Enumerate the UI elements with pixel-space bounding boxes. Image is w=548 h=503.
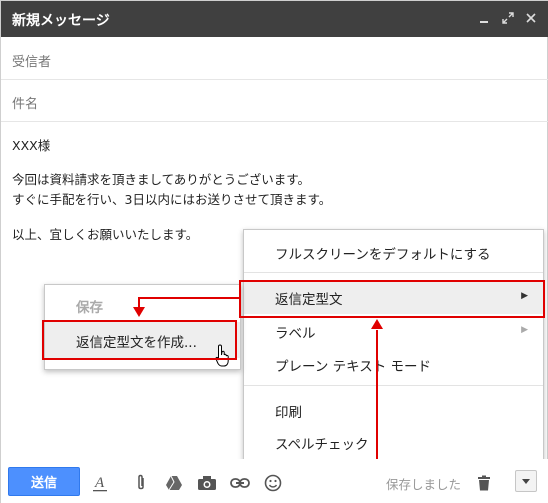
send-button[interactable]: 送信 bbox=[8, 467, 80, 496]
submenu-arrow-icon: ▶ bbox=[521, 325, 528, 335]
attach-icon[interactable] bbox=[131, 473, 151, 493]
svg-text:A: A bbox=[94, 475, 105, 491]
recipient-field[interactable]: 受信者 bbox=[1, 38, 548, 80]
menu-item-label[interactable]: ラベル ▶ bbox=[244, 322, 543, 348]
recipient-placeholder: 受信者 bbox=[12, 55, 52, 70]
drive-icon[interactable] bbox=[164, 473, 184, 493]
message-line: 以上、宜しくお願いいたします。 bbox=[12, 227, 199, 242]
menu-item-print[interactable]: 印刷 bbox=[244, 401, 543, 427]
message-line: すぐに手配を行い、3日以内にはお送りさせて頂きます。 bbox=[12, 192, 332, 207]
compose-window: 新規メッセージ 受信者 件名 XXX様 今回は資料請求を頂きましてありがとうござ… bbox=[0, 0, 548, 503]
link-icon[interactable] bbox=[230, 473, 250, 493]
title-bar[interactable]: 新規メッセージ bbox=[1, 1, 548, 37]
annotation-box-canned-responses bbox=[239, 280, 545, 318]
camera-icon[interactable] bbox=[197, 473, 217, 493]
window-title: 新規メッセージ bbox=[12, 13, 110, 29]
saved-status: 保存しました bbox=[386, 477, 462, 492]
annotation-box-create bbox=[42, 320, 237, 360]
minimize-icon[interactable] bbox=[475, 9, 493, 27]
format-text-icon[interactable]: A bbox=[90, 473, 110, 493]
trash-icon[interactable] bbox=[474, 473, 494, 493]
close-icon[interactable] bbox=[522, 9, 540, 27]
menu-item-fullscreen-default[interactable]: フルスクリーンをデフォルトにする bbox=[244, 243, 543, 269]
message-line: 今回は資料請求を頂きましてありがとうございます。 bbox=[12, 172, 311, 187]
menu-item-spell-check[interactable]: スペルチェック bbox=[244, 433, 543, 459]
emoji-icon[interactable] bbox=[263, 473, 283, 493]
more-options-button[interactable] bbox=[515, 470, 537, 492]
menu-item-plain-text-mode[interactable]: プレーン テキスト モード bbox=[244, 355, 543, 381]
compose-toolbar: 送信 A 保存しました bbox=[1, 459, 548, 503]
more-options-icon bbox=[522, 478, 530, 484]
annotation-arrowhead bbox=[371, 319, 383, 329]
more-options-menu: フルスクリーンをデフォルトにする 返信定型文 ▶ ラベル ▶ プレーン テキスト… bbox=[243, 229, 544, 466]
subject-field[interactable]: 件名 bbox=[1, 80, 548, 122]
annotation-arrowhead bbox=[133, 307, 145, 317]
subject-placeholder: 件名 bbox=[12, 97, 39, 112]
expand-icon[interactable] bbox=[499, 9, 517, 27]
message-line: XXX様 bbox=[12, 138, 51, 153]
